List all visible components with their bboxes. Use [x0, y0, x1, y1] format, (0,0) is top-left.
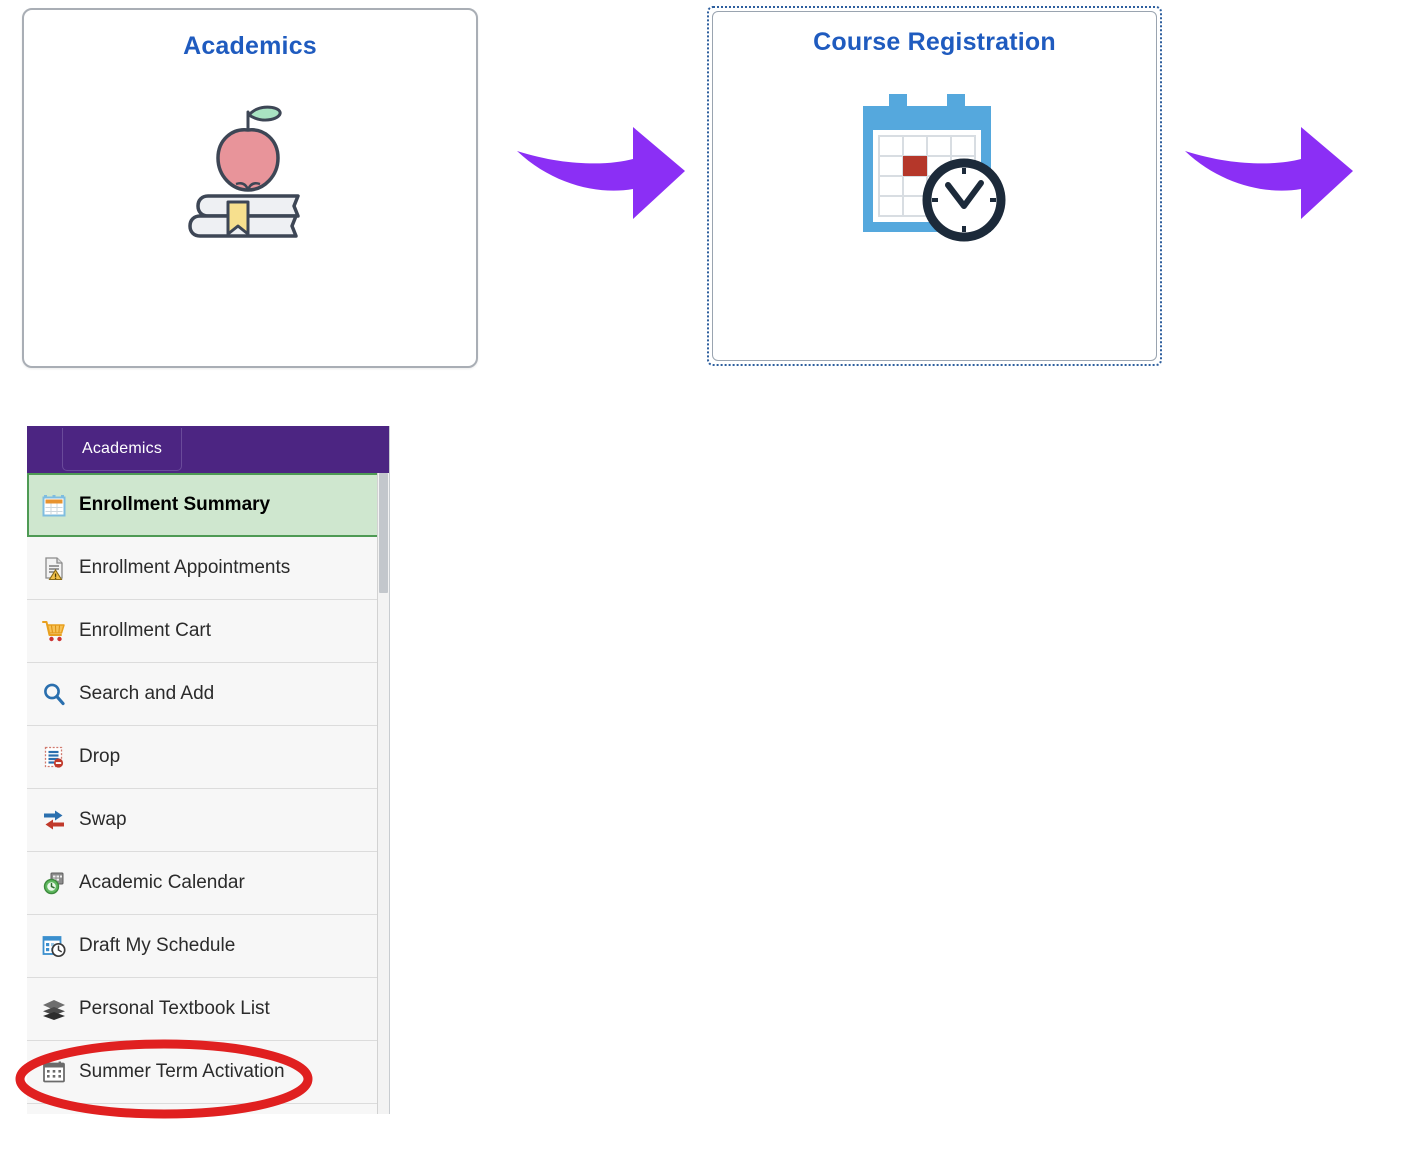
schedule-clock-icon — [39, 931, 69, 961]
sidebar-item-label: Draft My Schedule — [79, 935, 236, 956]
sidebar-item-enrollment-summary[interactable]: Enrollment Summary — [27, 473, 389, 537]
sidebar-item-enrollment-cart[interactable]: Enrollment Cart — [27, 600, 389, 663]
tile-course-registration-title: Course Registration — [813, 28, 1056, 56]
tile-course-registration[interactable]: Course Registration — [707, 6, 1162, 366]
sidebar-item-summer-term-activation[interactable]: Summer Term Activation — [27, 1041, 389, 1104]
sidebar-item-search-and-add[interactable]: Search and Add — [27, 663, 389, 726]
sidebar-item-label: Personal Textbook List — [79, 998, 270, 1019]
sidebar-item-drop[interactable]: Drop — [27, 726, 389, 789]
calendar-clock-icon — [709, 90, 1160, 250]
sidebar-item-label: Summer Term Activation — [79, 1061, 285, 1082]
sidebar-item-draft-my-schedule[interactable]: Draft My Schedule — [27, 915, 389, 978]
calendar-clock-green-icon — [39, 868, 69, 898]
sidebar-scrollbar-track[interactable] — [377, 473, 389, 1114]
sidebar-header-academics-button[interactable]: Academics — [62, 428, 182, 471]
sidebar-item-enrollment-appointments[interactable]: Enrollment Appointments — [27, 537, 389, 600]
sidebar-item-swap[interactable]: Swap — [27, 789, 389, 852]
document-warning-icon — [39, 553, 69, 583]
document-remove-icon — [39, 742, 69, 772]
sidebar-item-label: Enrollment Summary — [79, 494, 271, 515]
sidebar-scrollbar-thumb[interactable] — [379, 473, 388, 593]
shopping-cart-icon — [39, 616, 69, 646]
sidebar-item-label: Swap — [79, 809, 127, 830]
sidebar-header-label: Academics — [81, 440, 163, 457]
apple-on-books-icon — [24, 98, 476, 258]
sidebar-item-label: Enrollment Cart — [79, 620, 211, 641]
sidebar-item-academic-calendar[interactable]: Academic Calendar — [27, 852, 389, 915]
tile-academics-title: Academics — [183, 32, 317, 60]
academics-sidebar: Academics Enrollment Summary Enrollment … — [27, 426, 390, 1114]
grid-calendar-icon — [39, 1057, 69, 1087]
sidebar-item-label: Search and Add — [79, 683, 215, 704]
tile-academics[interactable]: Academics — [22, 8, 478, 368]
sidebar-item-label: Drop — [79, 746, 121, 767]
arrow-right-icon-1 — [515, 123, 687, 223]
sidebar-item-personal-textbook-list[interactable]: Personal Textbook List — [27, 978, 389, 1041]
sidebar-header: Academics — [27, 426, 389, 473]
search-icon — [39, 679, 69, 709]
arrow-right-icon-2 — [1183, 123, 1355, 223]
sidebar-item-label: Enrollment Appointments — [79, 557, 291, 578]
sidebar-nav-list: Enrollment Summary Enrollment Appointmen… — [27, 473, 389, 1104]
sidebar-item-label: Academic Calendar — [79, 872, 245, 893]
books-stack-icon — [39, 994, 69, 1024]
calendar-icon — [39, 490, 69, 520]
swap-arrows-icon — [39, 805, 69, 835]
